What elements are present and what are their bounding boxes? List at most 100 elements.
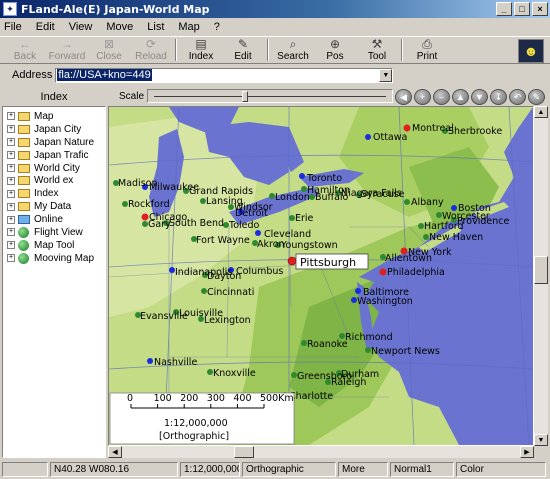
- menu-map[interactable]: Map: [178, 21, 199, 33]
- search-button[interactable]: ⌕ Search: [272, 37, 314, 63]
- nav-prev-icon[interactable]: ◀: [395, 89, 412, 105]
- expand-icon[interactable]: +: [7, 241, 15, 250]
- status-mode: Normal1: [390, 462, 454, 477]
- rotate-icon[interactable]: ↶: [509, 89, 526, 105]
- chevron-down-icon: ▼: [537, 436, 545, 444]
- expand-icon[interactable]: +: [7, 215, 15, 224]
- tree-item-japan-nature[interactable]: + Japan Nature: [3, 136, 105, 149]
- city-philadelphia[interactable]: [379, 268, 387, 276]
- label-lexington: Lexington: [204, 315, 251, 326]
- zoom-in-icon[interactable]: +: [414, 89, 431, 105]
- menu-file[interactable]: File: [4, 21, 22, 33]
- status-color: Color: [456, 462, 546, 477]
- print-button[interactable]: ⎙ Print: [406, 37, 448, 63]
- back-button[interactable]: ← Back: [4, 37, 46, 63]
- zoom-out-icon[interactable]: –: [433, 89, 450, 105]
- tree-item-world-city[interactable]: + World City: [3, 162, 105, 175]
- menu-edit[interactable]: Edit: [36, 21, 55, 33]
- tool-button[interactable]: ⚒ Tool: [356, 37, 398, 63]
- edit-button[interactable]: ✎ Edit: [222, 37, 264, 63]
- tree-item-map-tool[interactable]: + Map Tool: [3, 239, 105, 252]
- horizontal-scrollbar[interactable]: ◀ ▶: [108, 446, 534, 458]
- city-montreal[interactable]: [403, 124, 411, 132]
- map-canvas[interactable]: Montreal Sherbrooke Ottawa Toronto Hamil…: [109, 107, 533, 445]
- tree-item-japan-city[interactable]: + Japan City: [3, 123, 105, 136]
- scroll-left-button[interactable]: ◀: [108, 446, 122, 458]
- label-gary: Gary: [148, 219, 171, 230]
- address-input[interactable]: fla://USA+kno=449 ▼: [55, 67, 394, 83]
- status-blank: [2, 462, 48, 477]
- status-more[interactable]: More: [338, 462, 388, 477]
- expand-icon[interactable]: +: [7, 176, 15, 185]
- online-folder-icon: [18, 215, 30, 225]
- expand-icon[interactable]: +: [7, 112, 15, 121]
- city-dot-green[interactable]: [404, 199, 410, 205]
- expand-icon[interactable]: +: [7, 189, 15, 198]
- close-window-button[interactable]: ×: [532, 2, 548, 16]
- expand-icon[interactable]: +: [7, 254, 15, 263]
- tool-icon: ⚒: [371, 37, 383, 51]
- close-button[interactable]: ⊠ Close: [88, 37, 130, 63]
- tree-item-index[interactable]: + Index: [3, 187, 105, 200]
- tree-item-mooving-map[interactable]: + Mooving Map: [3, 252, 105, 265]
- forward-button[interactable]: → Forward: [46, 37, 88, 63]
- scroll-right-button[interactable]: ▶: [520, 446, 534, 458]
- expand-icon[interactable]: +: [7, 202, 15, 211]
- jump-icon[interactable]: ↧: [490, 89, 507, 105]
- move-up-icon[interactable]: ▲: [452, 89, 469, 105]
- globe-icon: [18, 226, 29, 238]
- app-icon[interactable]: ✦: [3, 2, 17, 16]
- label-syracuse: Syracuse: [361, 189, 405, 200]
- expand-icon[interactable]: +: [7, 138, 15, 147]
- address-bar: Address fla://USA+kno=449 ▼: [0, 65, 550, 85]
- tree-item-flight-view[interactable]: + Flight View: [3, 226, 105, 239]
- pos-button[interactable]: ⊕ Pos: [314, 37, 356, 63]
- reload-button[interactable]: ⟳ Reload: [130, 37, 172, 63]
- city-ottawa[interactable]: [365, 134, 371, 140]
- menu-list[interactable]: List: [147, 21, 164, 33]
- tree-item-map[interactable]: + Map: [3, 110, 105, 123]
- label-richmond: Richmond: [345, 332, 393, 343]
- index-button[interactable]: ▤ Index: [180, 37, 222, 63]
- city-baltimore[interactable]: [355, 288, 361, 294]
- scale-slider[interactable]: [147, 89, 393, 103]
- label-philadelphia: Philadelphia: [387, 267, 445, 278]
- menu-view[interactable]: View: [69, 21, 93, 33]
- label-columbus: Columbus: [236, 266, 283, 277]
- city-nashville[interactable]: [147, 358, 153, 364]
- city-toronto[interactable]: [299, 173, 305, 179]
- back-arrow-icon: ←: [19, 37, 31, 51]
- expand-icon[interactable]: +: [7, 228, 15, 237]
- tree-item-online[interactable]: + Online: [3, 213, 105, 226]
- horizontal-scroll-thumb[interactable]: [234, 446, 254, 458]
- selected-city-callout[interactable]: Pittsburgh: [295, 253, 369, 270]
- folder-icon: [18, 150, 30, 160]
- move-down-icon[interactable]: ▼: [471, 89, 488, 105]
- scale-tick-label: 500Km: [260, 393, 294, 404]
- expand-icon[interactable]: +: [7, 125, 15, 134]
- draw-icon[interactable]: ✎: [528, 89, 545, 105]
- label-cincinnati: Cincinnati: [207, 287, 254, 298]
- chevron-left-icon: ◀: [112, 449, 118, 456]
- minimize-button[interactable]: _: [496, 2, 512, 16]
- menu-help[interactable]: ?: [214, 21, 220, 33]
- address-dropdown-button[interactable]: ▼: [379, 68, 393, 82]
- status-coordinates: N40.28 W080.16: [50, 462, 178, 477]
- scroll-down-button[interactable]: ▼: [534, 434, 548, 446]
- scale-slider-thumb[interactable]: [242, 91, 248, 102]
- folder-icon: [18, 176, 30, 186]
- maximize-button[interactable]: □: [514, 2, 530, 16]
- map-view[interactable]: Montreal Sherbrooke Ottawa Toronto Hamil…: [108, 106, 534, 446]
- tree-item-japan-trafic[interactable]: + Japan Trafic: [3, 149, 105, 162]
- address-label: Address: [12, 69, 53, 81]
- folder-icon: [18, 137, 30, 147]
- city-pittsburgh-selected[interactable]: [287, 256, 297, 266]
- menu-move[interactable]: Move: [106, 21, 133, 33]
- expand-icon[interactable]: +: [7, 151, 15, 160]
- expand-icon[interactable]: +: [7, 164, 15, 172]
- tree-item-world-ex[interactable]: + World ex: [3, 174, 105, 187]
- tree-item-my-data[interactable]: + My Data: [3, 200, 105, 213]
- scroll-up-button[interactable]: ▲: [534, 106, 548, 118]
- vertical-scroll-thumb[interactable]: [534, 256, 548, 284]
- vertical-scrollbar[interactable]: ▲ ▼: [534, 106, 548, 446]
